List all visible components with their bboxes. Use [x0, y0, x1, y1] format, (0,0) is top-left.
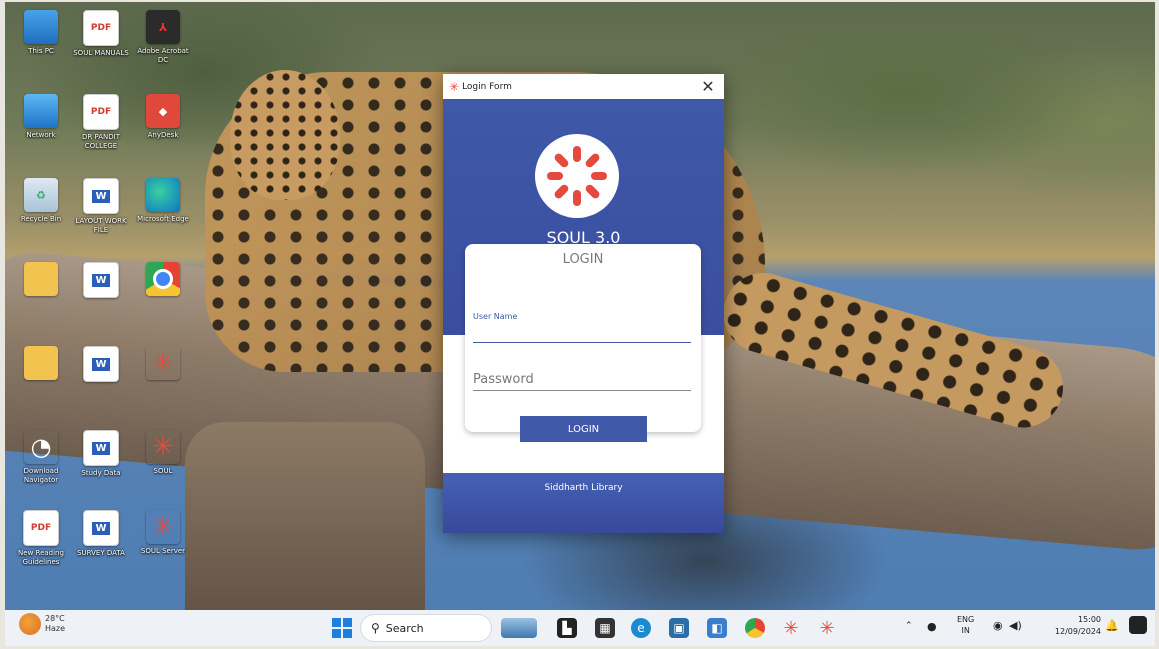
- weather-haze-icon: [19, 613, 41, 635]
- desktop-icon-network[interactable]: Network: [10, 92, 72, 164]
- word-icon: W: [83, 510, 119, 546]
- desktop-icon-soul-manuals[interactable]: PDF SOUL MANUALS: [70, 8, 132, 80]
- desktop-icon-layout-work-file[interactable]: W LAYOUT WORK FILE: [70, 176, 132, 248]
- tray-app-icon[interactable]: ●: [927, 620, 937, 633]
- desktop-icon-edge[interactable]: Microsoft Edge: [132, 176, 194, 248]
- monitor-icon: [24, 10, 58, 44]
- start-button[interactable]: [332, 618, 352, 638]
- username-input[interactable]: [473, 324, 691, 343]
- desktop-icon-word-doc[interactable]: W: [70, 260, 132, 332]
- desktop-icon-download-navigator[interactable]: ◔ Download Navigator: [10, 428, 72, 500]
- pdf-icon: PDF: [83, 10, 119, 46]
- desktop-icon-recycle-bin[interactable]: ♻ Recycle Bin: [10, 176, 72, 248]
- edge-icon: [146, 178, 180, 212]
- window-title: Login Form: [462, 81, 512, 92]
- desktop-icon-folder-2[interactable]: [10, 344, 72, 416]
- desktop-icon-acrobat[interactable]: ⅄ Adobe Acrobat DC: [132, 8, 194, 80]
- acrobat-icon: ⅄: [146, 10, 180, 44]
- desktop-icon-soul-server[interactable]: ✳ SOUL Server: [132, 508, 194, 580]
- desktop-icon-word-doc-2[interactable]: W: [70, 344, 132, 416]
- password-input[interactable]: [473, 368, 691, 391]
- clock-time: 15:00: [1077, 615, 1101, 624]
- widgets-icon[interactable]: [501, 618, 537, 638]
- desktop-icon-reading-guidelines[interactable]: PDF New Reading Guidelines: [10, 508, 72, 580]
- soul-logo-icon: ✳: [449, 79, 460, 94]
- volume-icon[interactable]: ◀): [1009, 619, 1022, 632]
- soul-logo-icon: [535, 134, 619, 218]
- clock[interactable]: 15:00 12/09/2024: [1041, 614, 1101, 638]
- search-placeholder: Search: [385, 621, 424, 635]
- login-window: ✳ Login Form ✕ SOUL 3.0 LOGIN User Name …: [443, 74, 724, 533]
- soul-taskbar-icon[interactable]: ✳: [781, 618, 801, 639]
- login-button[interactable]: LOGIN: [520, 416, 647, 442]
- weather-desc: Haze: [45, 624, 66, 633]
- folder-icon: [24, 346, 58, 380]
- weather-temp: 28°C: [45, 614, 65, 623]
- desktop-icon-soul-2[interactable]: ✳: [132, 344, 194, 416]
- word-icon: W: [83, 430, 119, 466]
- edge-taskbar-icon[interactable]: e: [631, 618, 651, 638]
- clock-date: 12/09/2024: [1054, 627, 1101, 636]
- desktop-icon-anydesk[interactable]: ◆ AnyDesk: [132, 92, 194, 164]
- word-icon: W: [83, 178, 119, 214]
- wifi-icon[interactable]: ◉: [993, 619, 1003, 632]
- word-icon: W: [83, 346, 119, 382]
- taskbar: 28°C Haze ⚲ Search ▙ ▦ e ▣ ◧ ✳ ✳ ⌃ ● ENG…: [5, 610, 1155, 646]
- library-name: Siddharth Library: [544, 483, 623, 493]
- task-view-icon[interactable]: ▙: [557, 618, 577, 638]
- chevron-up-icon[interactable]: ⌃: [905, 621, 913, 631]
- username-label: User Name: [473, 312, 518, 321]
- login-card: LOGIN User Name: [465, 244, 701, 432]
- soul-logo-icon: ✳: [146, 346, 180, 380]
- word-icon: W: [83, 262, 119, 298]
- anydesk-icon: ◆: [146, 94, 180, 128]
- taskbar-search[interactable]: ⚲ Search: [361, 615, 491, 641]
- search-icon: ⚲: [371, 621, 380, 635]
- recycle-bin-icon: ♻: [24, 178, 58, 212]
- soul-logo-graphic: [547, 146, 607, 206]
- desktop-icon-survey-data[interactable]: W SURVEY DATA: [70, 508, 132, 580]
- desktop-icon-folder[interactable]: [10, 260, 72, 332]
- language-indicator[interactable]: ENG IN: [957, 614, 974, 636]
- folder-icon: [24, 262, 58, 296]
- chrome-taskbar-icon[interactable]: [745, 618, 765, 638]
- desktop-icon-pandit-college[interactable]: PDF DR PANDIT COLLEGE: [70, 92, 132, 164]
- desktop-icon-study-data[interactable]: W Study Data: [70, 428, 132, 500]
- login-footer: Siddharth Library: [443, 473, 724, 533]
- outlook-icon[interactable]: ◧: [707, 618, 727, 638]
- login-window-titlebar[interactable]: ✳ Login Form ✕: [443, 74, 724, 99]
- weather-widget[interactable]: 28°C Haze: [19, 613, 65, 635]
- desktop-icon-soul[interactable]: ✳ SOUL: [132, 428, 194, 500]
- store-icon[interactable]: ▣: [669, 618, 689, 638]
- file-app-icon[interactable]: ▦: [595, 618, 615, 638]
- pdf-icon: PDF: [23, 510, 59, 546]
- network-icon: [24, 94, 58, 128]
- notification-bell-icon[interactable]: 🔔: [1105, 619, 1119, 632]
- copilot-icon[interactable]: [1129, 616, 1147, 634]
- login-card-title: LOGIN: [562, 252, 604, 267]
- pdf-icon: PDF: [83, 94, 119, 130]
- soul-active-taskbar-icon[interactable]: ✳: [817, 618, 837, 639]
- soul-logo-icon: ✳: [146, 430, 180, 464]
- chrome-icon: [146, 262, 180, 296]
- close-button[interactable]: ✕: [698, 76, 718, 96]
- desktop-icon-chrome[interactable]: [132, 260, 194, 332]
- soul-logo-icon: ✳: [146, 510, 180, 544]
- desktop-icon-this-pc[interactable]: This PC: [10, 8, 72, 80]
- download-navigator-icon: ◔: [24, 430, 58, 464]
